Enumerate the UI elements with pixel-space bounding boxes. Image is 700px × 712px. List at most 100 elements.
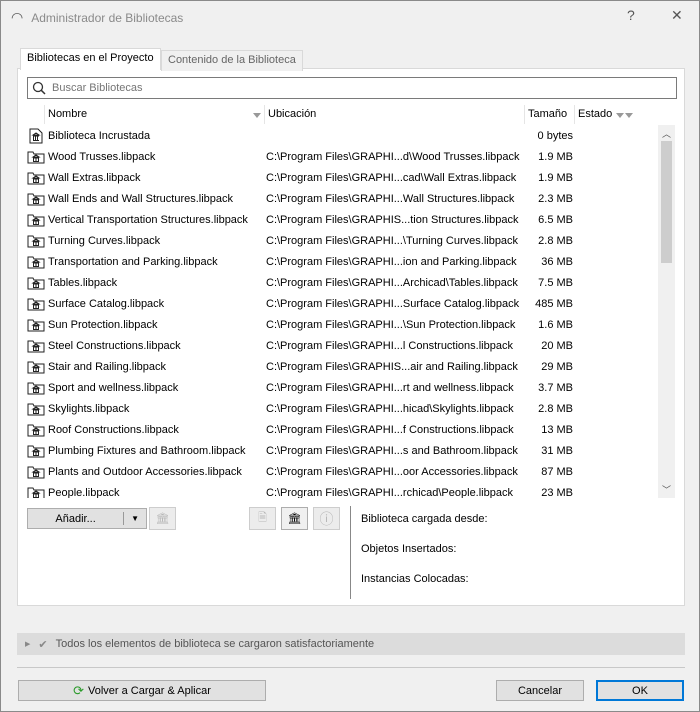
library-name: Biblioteca Incrustada xyxy=(48,129,151,142)
library-name: People.libpack xyxy=(48,486,120,499)
add-label: Añadir... xyxy=(55,512,96,525)
library-remove-icon: 🏛 xyxy=(155,513,170,525)
reload-library-button[interactable]: 🏛 xyxy=(281,507,308,530)
library-size: 29 MB xyxy=(541,360,573,373)
library-location: C:\Program Files\GRAPHI...\Sun Protectio… xyxy=(266,318,516,331)
library-name: Plumbing Fixtures and Bathroom.libpack xyxy=(48,444,246,457)
status-message: Todos los elementos de biblioteca se car… xyxy=(55,638,375,650)
library-location: C:\Program Files\GRAPHI...Wall Structure… xyxy=(266,192,515,205)
library-folder-icon xyxy=(27,276,45,290)
column-size[interactable]: Tamaño xyxy=(525,105,575,124)
library-name: Tables.libpack xyxy=(48,276,118,289)
library-size: 0 bytes xyxy=(537,129,573,142)
library-name: Transportation and Parking.libpack xyxy=(48,255,218,268)
sort-arrow-icon xyxy=(616,113,624,118)
library-size: 7.5 MB xyxy=(538,276,573,289)
column-label: Nombre xyxy=(48,108,88,120)
table-row[interactable]: Plumbing Fixtures and Bathroom.libpack C… xyxy=(27,440,675,461)
column-label: Ubicación xyxy=(268,108,317,120)
cancel-button[interactable]: Cancelar xyxy=(496,680,584,701)
table-row[interactable]: Surface Catalog.libpack C:\Program Files… xyxy=(27,293,675,314)
tab-library-contents[interactable]: Contenido de la Biblioteca xyxy=(161,50,303,71)
library-folder-icon xyxy=(27,339,45,353)
tab-project-libraries[interactable]: Bibliotecas en el Proyecto xyxy=(20,48,161,70)
library-size: 31 MB xyxy=(541,444,573,457)
library-location: C:\Program Files\GRAPHI...Archicad\Table… xyxy=(266,276,518,289)
table-header: Nombre Ubicación Tamaño Estado xyxy=(27,105,675,125)
chevron-down-icon[interactable]: ▼ xyxy=(124,514,146,523)
library-folder-icon xyxy=(27,423,45,437)
header-icon-column xyxy=(27,105,45,124)
library-name: Sun Protection.libpack xyxy=(48,318,158,331)
table-row[interactable]: Sun Protection.libpack C:\Program Files\… xyxy=(27,314,675,335)
library-location: C:\Program Files\GRAPHI...hicad\Skylight… xyxy=(266,402,514,415)
status-bar[interactable]: ▶ ✔ Todos los elementos de biblioteca se… xyxy=(17,633,685,655)
column-location[interactable]: Ubicación xyxy=(265,105,525,124)
library-reload-icon: 🏛 xyxy=(287,513,302,525)
scroll-down-icon[interactable]: ﹀ xyxy=(658,483,675,496)
library-size: 13 MB xyxy=(541,423,573,436)
expand-arrow-icon[interactable]: ▶ xyxy=(25,640,30,648)
embedded-library-icon xyxy=(27,128,45,144)
table-row[interactable]: Transportation and Parking.libpack C:\Pr… xyxy=(27,251,675,272)
library-name: Sport and wellness.libpack xyxy=(48,381,179,394)
table-row[interactable]: Wall Extras.libpack C:\Program Files\GRA… xyxy=(27,167,675,188)
window-title: Administrador de Bibliotecas xyxy=(31,10,184,25)
library-folder-icon xyxy=(27,234,45,248)
library-name: Steel Constructions.libpack xyxy=(48,339,181,352)
library-location: C:\Program Files\GRAPHI...s and Bathroom… xyxy=(266,444,518,457)
table-row[interactable]: People.libpack C:\Program Files\GRAPHI..… xyxy=(27,482,675,498)
library-name: Roof Constructions.libpack xyxy=(48,423,179,436)
table-row[interactable]: Sport and wellness.libpack C:\Program Fi… xyxy=(27,377,675,398)
dropdown-arrow-icon xyxy=(625,113,633,118)
library-name: Stair and Railing.libpack xyxy=(48,360,167,373)
table-row[interactable]: Wall Ends and Wall Structures.libpack C:… xyxy=(27,188,675,209)
remove-library-button[interactable]: 🏛 xyxy=(149,507,176,530)
close-button[interactable]: ✕ xyxy=(671,7,683,24)
table-row[interactable]: Turning Curves.libpack C:\Program Files\… xyxy=(27,230,675,251)
library-folder-icon xyxy=(27,192,45,206)
ok-button[interactable]: OK xyxy=(596,680,684,701)
loaded-from-label: Biblioteca cargada desde: xyxy=(361,513,488,525)
table-row[interactable]: Vertical Transportation Structures.libpa… xyxy=(27,209,675,230)
table-row[interactable]: Plants and Outdoor Accessories.libpack C… xyxy=(27,461,675,482)
libraries-table: Nombre Ubicación Tamaño Estado Bibliotec… xyxy=(27,105,675,498)
app-icon: ◠ xyxy=(11,9,24,25)
table-row[interactable]: Roof Constructions.libpack C:\Program Fi… xyxy=(27,419,675,440)
add-button[interactable]: Añadir... ▼ xyxy=(27,508,147,529)
column-label: Estado xyxy=(578,108,613,120)
import-library-button[interactable]: 🗎 xyxy=(249,507,276,530)
library-folder-icon xyxy=(27,486,45,498)
info-button[interactable]: ⓘ xyxy=(313,507,340,530)
scroll-thumb[interactable] xyxy=(661,141,672,263)
library-folder-icon xyxy=(27,444,45,458)
table-row[interactable]: Biblioteca Incrustada 0 bytes xyxy=(27,125,675,146)
library-location: C:\Program Files\GRAPHI...oor Accessorie… xyxy=(266,465,518,478)
library-size: 485 MB xyxy=(535,297,573,310)
library-folder-icon xyxy=(27,171,45,185)
scroll-up-icon[interactable]: ︿ xyxy=(658,127,675,140)
reload-apply-button[interactable]: ⟳ Volver a Cargar & Aplicar xyxy=(18,680,266,701)
library-size: 87 MB xyxy=(541,465,573,478)
table-row[interactable]: Steel Constructions.libpack C:\Program F… xyxy=(27,335,675,356)
library-location: C:\Program Files\GRAPHI...d\Wood Trusses… xyxy=(266,150,520,163)
sort-arrow-icon xyxy=(253,113,261,118)
help-button[interactable]: ? xyxy=(627,7,635,23)
library-size: 20 MB xyxy=(541,339,573,352)
table-row[interactable]: Wood Trusses.libpack C:\Program Files\GR… xyxy=(27,146,675,167)
table-row[interactable]: Skylights.libpack C:\Program Files\GRAPH… xyxy=(27,398,675,419)
table-row[interactable]: Tables.libpack C:\Program Files\GRAPHI..… xyxy=(27,272,675,293)
table-row[interactable]: Stair and Railing.libpack C:\Program Fil… xyxy=(27,356,675,377)
library-size: 2.8 MB xyxy=(538,402,573,415)
column-status[interactable]: Estado xyxy=(575,105,638,124)
column-name[interactable]: Nombre xyxy=(45,105,265,124)
library-size: 36 MB xyxy=(541,255,573,268)
search-field[interactable] xyxy=(27,77,677,99)
library-location: C:\Program Files\GRAPHI...\Turning Curve… xyxy=(266,234,519,247)
refresh-icon: ⟳ xyxy=(73,682,84,698)
library-folder-icon xyxy=(27,150,45,164)
placed-instances-label: Instancias Colocadas: xyxy=(361,573,469,585)
vertical-scrollbar[interactable]: ︿ ﹀ xyxy=(658,125,675,498)
library-name: Surface Catalog.libpack xyxy=(48,297,165,310)
search-input[interactable] xyxy=(52,82,652,94)
